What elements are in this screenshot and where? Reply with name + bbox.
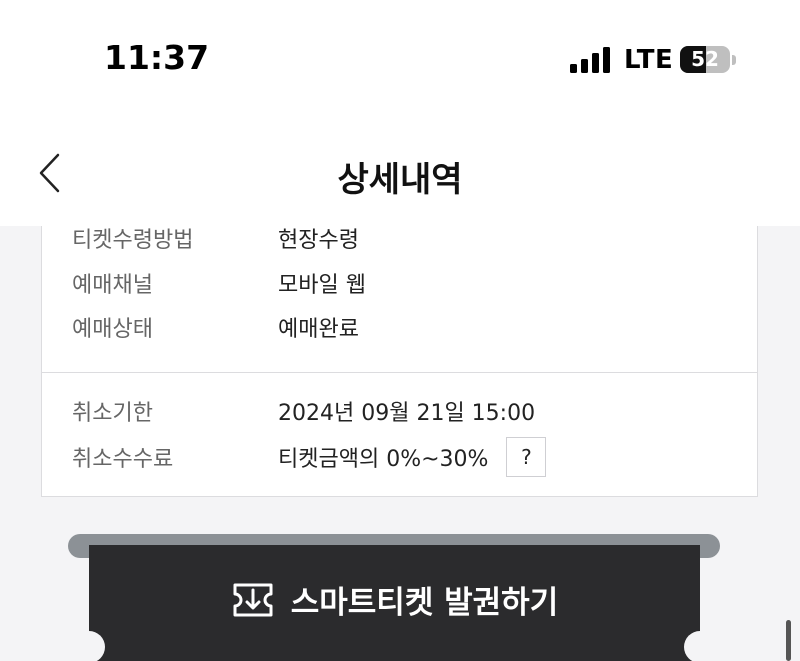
detail-label: 예매상태	[72, 317, 153, 342]
nav-header: 상세내역	[0, 120, 800, 226]
scrollbar[interactable]	[786, 620, 791, 661]
detail-value: 2024년 09월 21일 15:00	[278, 401, 536, 426]
detail-label: 티켓수령방법	[72, 228, 194, 253]
fee-help-button[interactable]: ?	[506, 437, 547, 477]
detail-row-cancel-deadline: 취소기한 2024년 09월 21일 15:00	[72, 394, 737, 428]
detail-label: 취소기한	[72, 401, 153, 426]
divider	[42, 372, 757, 373]
detail-row-channel: 예매채널 모바일 웹	[72, 266, 737, 300]
detail-row-status: 예매상태 예매완료	[72, 310, 737, 344]
detail-card: 티켓수령방법 현장수령 예매채널 모바일 웹 예매상태 예매완료 취소기한 20…	[41, 226, 758, 497]
detail-label: 예매채널	[72, 273, 153, 298]
network-type: LTE	[624, 45, 674, 75]
ticket-notch-left	[73, 631, 105, 661]
status-time: 11:37	[104, 38, 210, 77]
smart-ticket-issue-button[interactable]: 스마트티켓 발권하기	[73, 545, 716, 661]
detail-label: 취소수수료	[72, 447, 174, 472]
battery-level: 52	[691, 47, 719, 71]
detail-row-cancel-fee: 취소수수료 티켓금액의 0%~30% ?	[72, 437, 737, 477]
ticket-icon	[233, 583, 273, 616]
detail-value: 티켓금액의 0%~30%	[278, 447, 489, 472]
detail-value: 예매완료	[278, 317, 359, 342]
screen: 11:37 LTE 52 상세내역 티켓수령방법 현장수령 예매채널 모바일 웹…	[0, 0, 800, 661]
detail-value: 모바일 웹	[278, 273, 366, 298]
detail-value: 현장수령	[278, 228, 359, 253]
battery-icon: 52	[680, 46, 730, 73]
signal-icon	[570, 45, 612, 73]
detail-row-receive-method: 티켓수령방법 현장수령	[72, 221, 737, 255]
ticket-notch-right	[684, 631, 716, 661]
battery-tip	[732, 55, 736, 65]
ticket-button-content: 스마트티켓 발권하기	[89, 577, 700, 622]
page-title: 상세내역	[337, 160, 463, 200]
status-bar: 11:37 LTE 52	[0, 0, 800, 120]
ticket-button-label: 스마트티켓 발권하기	[290, 585, 559, 621]
